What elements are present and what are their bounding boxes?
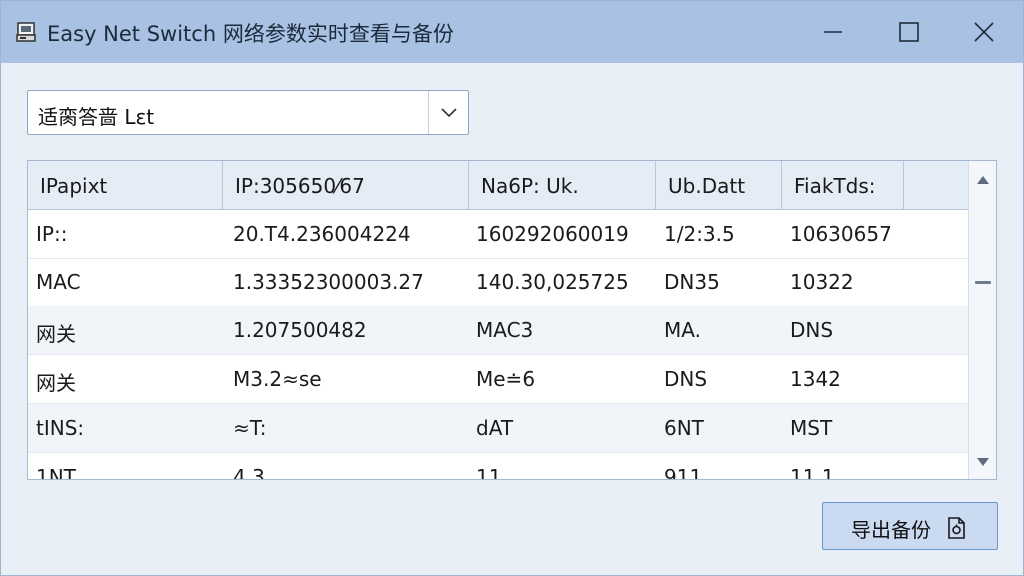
close-icon — [974, 22, 994, 42]
table-cell: dAT — [476, 416, 514, 440]
minimize-button[interactable] — [813, 15, 853, 49]
table-cell: DN35 — [664, 270, 720, 294]
dropdown-toggle[interactable] — [428, 91, 468, 134]
table-cell: 911 — [664, 465, 703, 480]
table-row[interactable]: 1NT 4.3 11 911 11.1 — [28, 453, 968, 480]
table-cell: 10322 — [790, 270, 854, 294]
table-cell: 1NT — [36, 465, 76, 480]
close-button[interactable] — [964, 15, 1004, 49]
table-cell: 20.T4.236004224 — [233, 222, 411, 246]
column-header[interactable]: IP:305650⁄67 — [223, 161, 469, 210]
table-cell: 10630657 — [790, 222, 892, 246]
maximize-icon — [899, 22, 919, 42]
table-cell: 11 — [476, 465, 502, 480]
table-cell: IP:: — [36, 222, 68, 246]
app-icon — [16, 22, 36, 42]
table-cell: Me≐6 — [476, 367, 536, 391]
table-cell: 网关 — [36, 371, 76, 395]
vertical-scrollbar[interactable] — [968, 161, 996, 479]
title-bar[interactable]: Easy Net Switch 网络参数实时查看与备份 — [1, 1, 1023, 63]
adapter-select[interactable]: 适脔答啬 Lεt — [27, 90, 469, 135]
table-cell: tINS: — [36, 416, 85, 440]
app-window: Easy Net Switch 网络参数实时查看与备份 适脔答啬 Lεt IPa… — [0, 0, 1024, 576]
table-cell: MAC3 — [476, 318, 534, 342]
scroll-up-icon[interactable] — [976, 175, 990, 185]
backup-file-icon — [948, 517, 965, 539]
table-cell: 160292060019 — [476, 222, 629, 246]
table-cell: 6NT — [664, 416, 704, 440]
table-cell: 140.30,025725 — [476, 270, 629, 294]
table-cell: DNS — [790, 318, 834, 342]
table-cell: 网关 — [36, 322, 76, 346]
table-cell: ≈T: — [233, 416, 267, 440]
table-row[interactable]: 网关 M3.2≈se Me≐6 DNS 1342 — [28, 355, 968, 404]
scrollbar-thumb[interactable] — [975, 281, 991, 284]
table-cell: MAC — [36, 270, 81, 294]
table-cell: 1.207500482 — [233, 318, 367, 342]
window-title: Easy Net Switch 网络参数实时查看与备份 — [47, 22, 454, 46]
chevron-down-icon — [440, 107, 457, 117]
table-cell: 1.33352300003.27 — [233, 270, 424, 294]
table-row[interactable]: MAC 1.33352300003.27 140.30,025725 DN35 … — [28, 258, 968, 307]
adapter-select-value: 适脔答啬 Lεt — [38, 105, 155, 129]
maximize-button[interactable] — [889, 15, 929, 49]
column-header[interactable]: Ub.Datt — [656, 161, 782, 210]
table-header: IPapixt IP:305650⁄67 Na6P: Uk. Ub.Datt F… — [28, 161, 968, 210]
table-row[interactable]: 网关 1.207500482 MAC3 MA. DNS — [28, 306, 968, 355]
column-header[interactable]: IPapixt — [28, 161, 223, 210]
table-cell: MST — [790, 416, 833, 440]
scroll-down-icon[interactable] — [976, 457, 990, 467]
export-backup-label: 导出备份 — [851, 518, 931, 542]
table-row[interactable]: IP:: 20.T4.236004224 160292060019 1/2:3.… — [28, 210, 968, 259]
table-cell: 1/2:3.5 — [664, 222, 735, 246]
column-header[interactable]: Na6P: Uk. — [469, 161, 656, 210]
table-cell: MA. — [664, 318, 701, 342]
minimize-icon — [824, 31, 842, 33]
export-backup-button[interactable]: 导出备份 — [822, 502, 998, 550]
column-header[interactable]: FiakTds: — [782, 161, 904, 210]
table-cell: M3.2≈se — [233, 367, 322, 391]
table-cell: 1342 — [790, 367, 841, 391]
table-cell: 11.1 — [790, 465, 835, 480]
network-params-table: IPapixt IP:305650⁄67 Na6P: Uk. Ub.Datt F… — [27, 160, 997, 480]
table-cell: DNS — [664, 367, 708, 391]
table-cell: 4.3 — [233, 465, 265, 480]
table-row[interactable]: tINS: ≈T: dAT 6NT MST — [28, 404, 968, 453]
